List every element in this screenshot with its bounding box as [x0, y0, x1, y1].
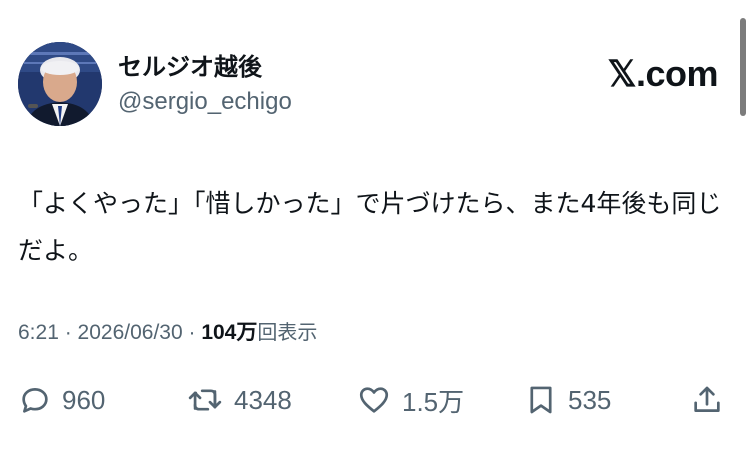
view-count-label: 回表示: [257, 320, 318, 344]
tweet-text: 「よくやった」「惜しかった」で片づけたら、また4年後も同じだよ。: [18, 189, 722, 265]
like-button[interactable]: 1.5万: [356, 378, 464, 422]
repost-count: 4348: [234, 384, 292, 415]
meta-separator: ·: [182, 321, 202, 344]
view-count: 104万: [201, 321, 258, 344]
scrollbar[interactable]: [740, 18, 746, 116]
post-date[interactable]: 2026/06/30: [78, 321, 183, 344]
author-names: セルジオ越後 @sergio_echigo: [118, 52, 292, 118]
bookmark-button[interactable]: 535: [524, 378, 611, 422]
tweet-meta: 6:21 · 2026/06/30 · 104万回表示: [18, 318, 317, 347]
reply-button[interactable]: 960: [18, 378, 105, 422]
tweet-header: セルジオ越後 @sergio_echigo 𝕏.com: [18, 42, 718, 130]
bookmark-count: 535: [568, 384, 612, 415]
bookmark-icon: [530, 386, 552, 414]
reply-count: 960: [62, 384, 106, 415]
action-bar: 960 4348 1.5万 535: [18, 378, 730, 422]
avatar-image: [18, 42, 102, 126]
user-handle[interactable]: @sergio_echigo: [118, 86, 292, 118]
meta-separator: ·: [58, 321, 78, 344]
x-logo: 𝕏.com: [607, 53, 718, 94]
repost-button[interactable]: 4348: [186, 378, 292, 422]
post-time[interactable]: 6:21: [18, 321, 59, 344]
like-count: 1.5万: [402, 386, 465, 417]
share-icon: [694, 386, 720, 412]
heart-icon: [359, 387, 389, 413]
repost-icon: [188, 389, 222, 411]
avatar[interactable]: [18, 42, 102, 126]
display-name[interactable]: セルジオ越後: [118, 52, 292, 82]
share-button[interactable]: [690, 378, 724, 422]
reply-icon: [22, 388, 48, 413]
